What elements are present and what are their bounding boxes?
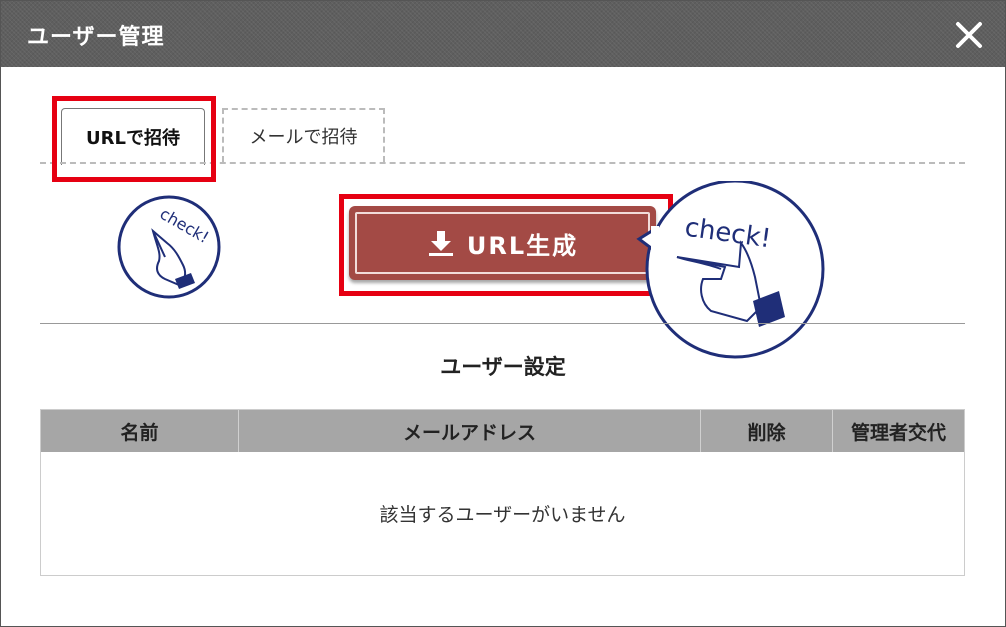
dialog-titlebar: ユーザー管理 <box>1 1 1005 67</box>
tab-highlight-box <box>52 96 216 182</box>
tab-mail-invite-label: メールで招待 <box>249 127 358 148</box>
dialog-title: ユーザー管理 <box>27 25 165 50</box>
user-table: 名前 メールアドレス 削除 管理者交代 該当するユーザーがいません <box>40 409 965 576</box>
user-management-dialog: ユーザー管理 URLで招待 メールで招待 check! URL生成 check!… <box>0 0 1006 627</box>
check-stamp-large-icon: check! <box>636 181 825 359</box>
generate-url-button[interactable]: URL生成 <box>349 206 656 280</box>
column-header-delete: 削除 <box>701 410 833 452</box>
column-header-admin-transfer: 管理者交代 <box>850 421 946 444</box>
tab-mail-invite[interactable]: メールで招待 <box>222 108 385 162</box>
download-icon <box>428 231 453 256</box>
generate-url-label: URL生成 <box>466 231 579 260</box>
section-divider <box>40 323 965 324</box>
check-stamp-small-icon: check! <box>117 195 221 299</box>
column-header-name: 名前 <box>41 410 239 452</box>
empty-table-message: 該当するユーザーがいません <box>379 504 626 526</box>
user-table-header: 名前 メールアドレス 削除 管理者交代 <box>41 410 964 452</box>
close-icon <box>956 22 982 48</box>
user-settings-title: ユーザー設定 <box>440 355 566 379</box>
column-header-email: メールアドレス <box>239 410 701 452</box>
close-button[interactable] <box>953 19 985 51</box>
